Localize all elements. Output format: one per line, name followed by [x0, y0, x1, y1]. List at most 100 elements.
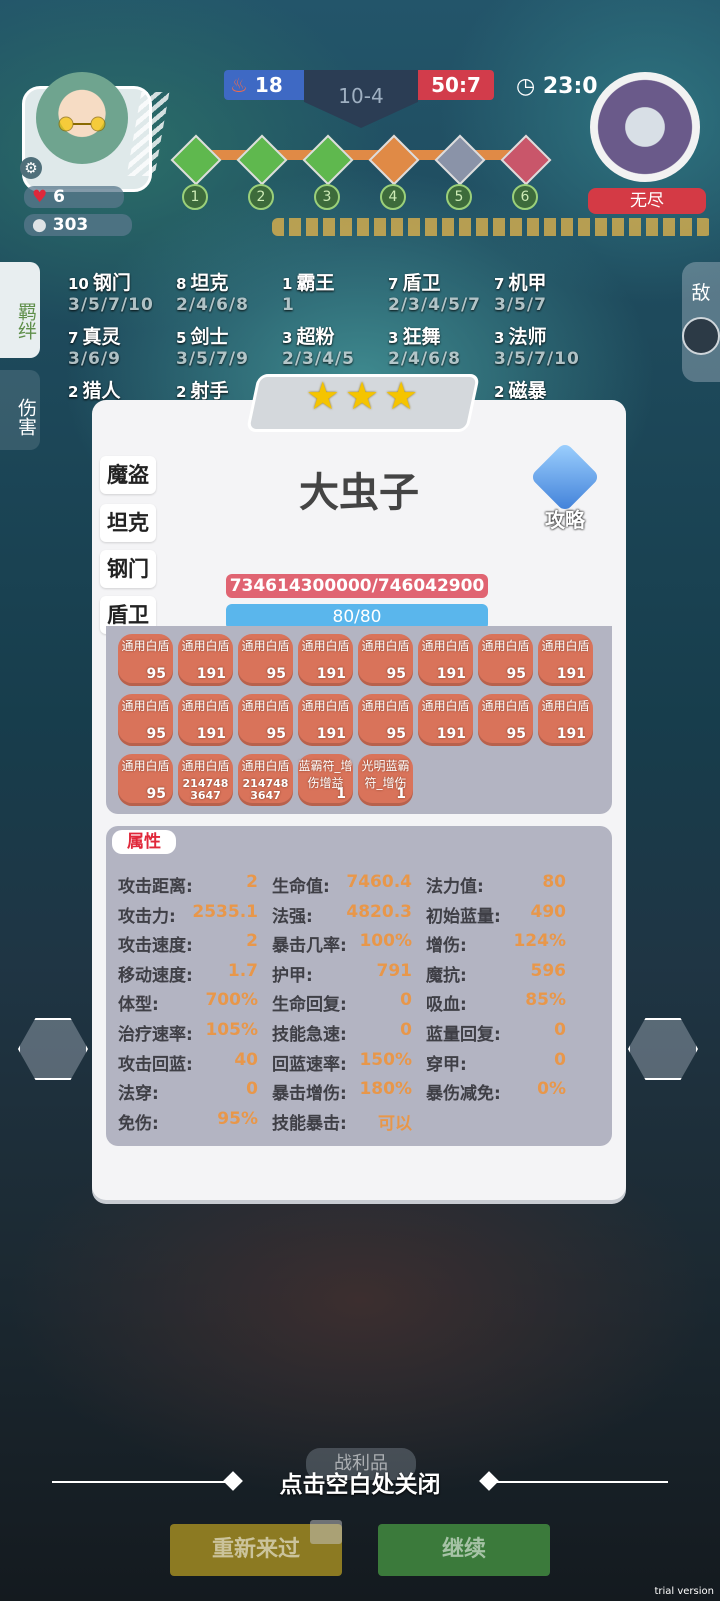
glasses-icon: [58, 116, 106, 132]
synergy-item[interactable]: 1 霸王 1: [282, 268, 334, 315]
attribute-row: 法强: 4820.3: [272, 902, 422, 927]
heart-icon: ♥: [32, 187, 48, 207]
attribute-value: 180%: [359, 1079, 412, 1100]
continue-button[interactable]: 继续: [378, 1524, 550, 1576]
item-slot[interactable]: 通用白盾 95: [238, 634, 293, 686]
gear-icon[interactable]: ⚙: [20, 157, 42, 179]
item-value: 191: [316, 666, 346, 682]
attribute-value: 150%: [359, 1049, 412, 1070]
player-gold-pill: ● 303: [24, 214, 132, 236]
attribute-value: 40: [234, 1049, 258, 1070]
hp-bar: 734614300000/746042900: [226, 574, 488, 598]
item-value: 1: [396, 786, 406, 802]
attribute-value: 可以: [378, 1113, 412, 1134]
synergy-levels: 3/5/7/10: [68, 295, 154, 315]
item-slot[interactable]: 通用白盾 191: [418, 634, 473, 686]
synergy-levels: 3/6/9: [68, 349, 121, 369]
attribute-row: 攻击回蓝: 40: [118, 1050, 268, 1075]
item-name: 通用白盾: [121, 699, 170, 713]
attribute-value: 7460.4: [346, 872, 412, 892]
synergy-item[interactable]: 5 剑士 3/5/7/9: [176, 322, 249, 369]
item-slot[interactable]: 通用白盾 191: [538, 634, 593, 686]
star-icon: ★: [384, 374, 419, 418]
attribute-value: 490: [530, 901, 567, 922]
item-slot[interactable]: 通用白盾 95: [118, 634, 173, 686]
synergy-count: 1: [282, 275, 293, 293]
item-slot[interactable]: 通用白盾 191: [298, 634, 353, 686]
enemy-avatar[interactable]: [590, 72, 700, 182]
synergy-item[interactable]: 7 真灵 3/6/9: [68, 322, 121, 369]
item-value: 95: [146, 726, 166, 742]
synergy-item[interactable]: 3 法师 3/5/7/10: [494, 322, 580, 369]
item-slot[interactable]: 通用白盾 191: [298, 694, 353, 746]
item-slot[interactable]: 蓝霸符_增伤增益 1: [298, 754, 353, 806]
stage-node: [302, 134, 354, 186]
item-slot[interactable]: 通用白盾 95: [478, 694, 533, 746]
item-slot[interactable]: 通用白盾 191: [538, 694, 593, 746]
synergy-item[interactable]: 7 盾卫 2/3/4/5/7: [388, 268, 481, 315]
item-value: 191: [316, 726, 346, 742]
attribute-value: 0: [400, 990, 412, 1011]
round-indicator: 10-4: [304, 70, 418, 128]
item-slot[interactable]: 通用白盾 95: [118, 754, 173, 806]
attribute-value: 80: [542, 872, 566, 892]
synergy-count: 7: [494, 275, 505, 293]
item-slot[interactable]: 通用白盾 191: [178, 634, 233, 686]
synergy-item[interactable]: 7 机甲 3/5/7: [494, 268, 547, 315]
item-value: 95: [386, 666, 406, 682]
item-slot[interactable]: 通用白盾 95: [358, 634, 413, 686]
item-slot[interactable]: 通用白盾 95: [238, 694, 293, 746]
item-name: 通用白盾: [301, 639, 350, 653]
hex-pad-left[interactable]: [18, 1018, 88, 1080]
attribute-row: 魔抗: 596: [426, 961, 576, 986]
item-name: 通用白盾: [241, 759, 290, 773]
synergy-item[interactable]: 2 射手: [176, 376, 228, 403]
tab-damage[interactable]: 伤害: [0, 370, 40, 450]
tab-enemy[interactable]: 敌: [682, 262, 720, 382]
tab-synergy[interactable]: 羁绊: [0, 262, 40, 358]
item-slot[interactable]: 通用白盾 95: [478, 634, 533, 686]
timer-value: 23:0: [542, 74, 598, 99]
attribute-value: 0: [246, 1079, 258, 1100]
synergy-item[interactable]: 2 猎人: [68, 376, 120, 403]
attribute-row: 攻击距离: 2: [118, 872, 268, 897]
synergy-item[interactable]: 3 狂舞 2/4/6/8: [388, 322, 461, 369]
synergy-count: 3: [282, 329, 293, 347]
items-panel: 通用白盾 95 通用白盾 191 通用白盾 95 通用白盾 191 通用白盾 95 通用白盾 191 通…: [106, 626, 612, 814]
item-value: 1: [336, 786, 346, 802]
attribute-value: 2535.1: [192, 901, 258, 922]
item-slot[interactable]: 通用白盾 214748 3647: [238, 754, 293, 806]
attribute-row: 移动速度: 1.7: [118, 961, 268, 986]
attribute-label: 体型:: [118, 995, 159, 1016]
attribute-value: 2: [246, 872, 258, 892]
item-slot[interactable]: 通用白盾 191: [178, 694, 233, 746]
attribute-row: 法穿: 0: [118, 1079, 268, 1104]
synergy-count: 8: [176, 275, 187, 293]
attribute-value: 791: [376, 960, 413, 981]
synergy-name: 坦克: [190, 272, 229, 294]
item-name: 通用白盾: [121, 639, 170, 653]
synergy-item[interactable]: 8 坦克 2/4/6/8: [176, 268, 249, 315]
synergy-item[interactable]: 3 超粉 2/3/4/5: [282, 322, 355, 369]
item-slot[interactable]: 光明蓝霸符_增伤 1: [358, 754, 413, 806]
attribute-row: 法力值: 80: [426, 872, 576, 897]
attribute-row: 免伤: 95%: [118, 1109, 268, 1134]
item-slot[interactable]: 通用白盾 214748 3647: [178, 754, 233, 806]
attribute-value: 124%: [513, 931, 566, 952]
item-slot[interactable]: 通用白盾 95: [118, 694, 173, 746]
attribute-value: 95%: [217, 1108, 258, 1129]
item-slot[interactable]: 通用白盾 95: [358, 694, 413, 746]
synergy-levels: 3/5/7/9: [176, 349, 249, 369]
synergy-name: 霸王: [296, 272, 335, 294]
item-slot[interactable]: 通用白盾 191: [418, 694, 473, 746]
synergy-item[interactable]: 10 钢门 3/5/7/10: [68, 268, 154, 315]
synergy-count: 3: [388, 329, 399, 347]
guide-button[interactable]: 攻略: [529, 441, 601, 532]
stage-node: [170, 134, 222, 186]
synergy-item[interactable]: 2 磁暴: [494, 376, 546, 403]
hex-pad-right[interactable]: [628, 1018, 698, 1080]
attribute-row: 攻击速度: 2: [118, 931, 268, 956]
stage-number: 1: [182, 184, 208, 210]
attribute-row: 初始蓝量: 490: [426, 902, 576, 927]
attribute-row: 吸血: 85%: [426, 990, 576, 1015]
